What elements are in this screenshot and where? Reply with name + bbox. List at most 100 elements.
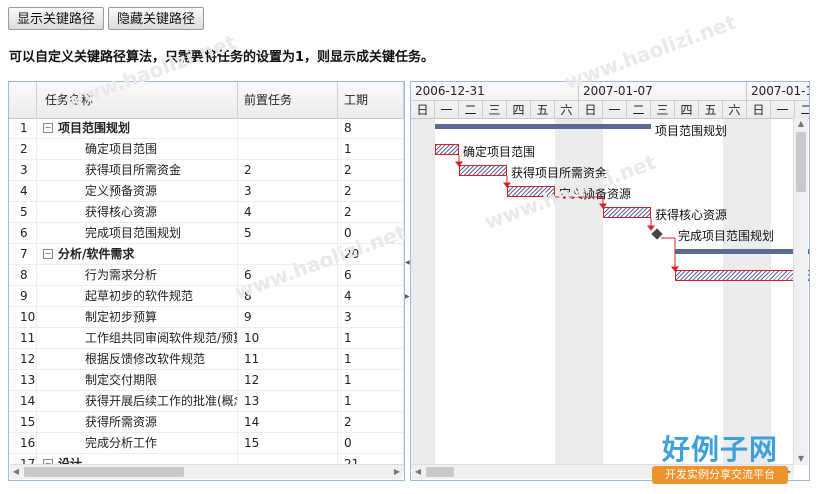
gantt-vertical-scrollbar[interactable]: ▲ ▼	[793, 118, 808, 465]
task-name-cell[interactable]: 确定项目范围	[37, 139, 238, 159]
task-name-cell[interactable]: 定义预备资源	[37, 181, 238, 201]
task-name: 起草初步的软件规范	[85, 289, 194, 303]
scroll-left-arrow-icon[interactable]: ◀	[412, 466, 424, 478]
task-name: 项目范围规划	[58, 121, 131, 135]
predecessor-column-header[interactable]: 前置任务	[238, 82, 338, 118]
table-row[interactable]: 13 制定交付期限 12 1	[9, 370, 404, 391]
collapse-toggle-icon[interactable]: −	[43, 122, 53, 133]
table-row[interactable]: 12 根据反馈修改软件规范 11 1	[9, 349, 404, 370]
predecessor-cell[interactable]: 14	[238, 412, 338, 432]
task-name: 获得所需资源	[85, 415, 158, 429]
duration-cell[interactable]: 1	[338, 349, 404, 369]
task-name-cell[interactable]: 获得开展后续工作的批准(概念	[37, 391, 238, 411]
task-name-cell[interactable]: 获得所需资源	[37, 412, 238, 432]
task-name: 完成项目范围规划	[85, 226, 182, 240]
task-name-cell[interactable]: 起草初步的软件规范	[37, 286, 238, 306]
duration-cell[interactable]: 1	[338, 328, 404, 348]
task-name: 定义预备资源	[85, 184, 158, 198]
predecessor-cell[interactable]	[238, 139, 338, 159]
predecessor-cell[interactable]: 3	[238, 181, 338, 201]
collapse-toggle-icon[interactable]: −	[43, 248, 53, 259]
table-row[interactable]: 8 行为需求分析 6 6	[9, 265, 404, 286]
show-critical-path-button[interactable]: 显示关键路径	[8, 7, 104, 30]
task-name-cell[interactable]: 制定交付期限	[37, 370, 238, 390]
task-name-cell[interactable]: 工作组共同审阅软件规范/预算	[37, 328, 238, 348]
table-row[interactable]: 2 确定项目范围 1	[9, 139, 404, 160]
scroll-right-arrow-icon[interactable]: ▶	[391, 466, 403, 478]
task-name-cell[interactable]: 完成分析工作	[37, 433, 238, 453]
table-row[interactable]: 10 制定初步预算 9 3	[9, 307, 404, 328]
predecessor-cell[interactable]: 5	[238, 223, 338, 243]
table-row[interactable]: 3 获得项目所需资金 2 2	[9, 160, 404, 181]
task-name: 完成分析工作	[85, 436, 158, 450]
task-name-cell[interactable]: 获得核心资源	[37, 202, 238, 222]
gantt-scroll-thumb[interactable]	[426, 467, 454, 477]
task-name-cell[interactable]: 根据反馈修改软件规范	[37, 349, 238, 369]
task-name: 制定初步预算	[85, 310, 158, 324]
duration-column-header[interactable]: 工期	[338, 82, 404, 118]
row-index: 2	[9, 139, 37, 159]
task-name-cell[interactable]: − 分析/软件需求	[37, 244, 238, 264]
collapse-left-icon[interactable]: ◀	[405, 259, 410, 266]
row-index: 12	[9, 349, 37, 369]
scroll-down-arrow-icon[interactable]: ▼	[795, 453, 807, 465]
task-name-cell[interactable]: 行为需求分析	[37, 265, 238, 285]
task-name-cell[interactable]: 完成项目范围规划	[37, 223, 238, 243]
task-name: 工作组共同审阅软件规范/预算	[85, 331, 238, 345]
row-index: 5	[9, 202, 37, 222]
duration-cell[interactable]: 2	[338, 181, 404, 201]
task-grid: 任务名称 前置任务 工期 1− 项目范围规划 8 2 确定项目范围 1 3 获得项目所需资金 2…	[8, 81, 405, 481]
table-row[interactable]: 5 获得核心资源 4 2	[9, 202, 404, 223]
row-index: 1	[9, 118, 37, 138]
table-row[interactable]: 14 获得开展后续工作的批准(概念 13 1	[9, 391, 404, 412]
scroll-up-arrow-icon[interactable]: ▲	[795, 118, 807, 130]
row-index: 3	[9, 160, 37, 180]
predecessor-cell[interactable]: 9	[238, 307, 338, 327]
task-name: 分析/软件需求	[58, 247, 135, 261]
predecessor-cell[interactable]: 15	[238, 433, 338, 453]
predecessor-cell[interactable]: 13	[238, 391, 338, 411]
row-index: 6	[9, 223, 37, 243]
scroll-left-arrow-icon[interactable]: ◀	[10, 466, 22, 478]
row-index: 7	[9, 244, 37, 264]
predecessor-cell[interactable]: 4	[238, 202, 338, 222]
duration-cell[interactable]: 2	[338, 202, 404, 222]
duration-cell[interactable]: 0	[338, 433, 404, 453]
table-row[interactable]: 9 起草初步的软件规范 8 4	[9, 286, 404, 307]
duration-cell[interactable]: 4	[338, 286, 404, 306]
row-index: 11	[9, 328, 37, 348]
table-row[interactable]: 11 工作组共同审阅软件规范/预算 10 1	[9, 328, 404, 349]
hide-critical-path-button[interactable]: 隐藏关键路径	[108, 7, 204, 30]
dependency-arrows	[455, 155, 679, 272]
grid-scroll-thumb[interactable]	[24, 467, 184, 477]
task-name: 确定项目范围	[85, 142, 158, 156]
table-row[interactable]: 16 完成分析工作 15 0	[9, 433, 404, 454]
task-name: 行为需求分析	[85, 268, 158, 282]
duration-cell[interactable]: 3	[338, 307, 404, 327]
duration-cell[interactable]: 8	[338, 118, 404, 138]
row-index: 4	[9, 181, 37, 201]
gantt-vscroll-thumb[interactable]	[796, 132, 806, 192]
row-index: 10	[9, 307, 37, 327]
grid-horizontal-scrollbar[interactable]: ◀ ▶	[10, 464, 403, 479]
table-row[interactable]: 1− 项目范围规划 8	[9, 118, 404, 139]
site-logo: 好例子网 开发实例分享交流平台	[652, 428, 788, 488]
row-index: 15	[9, 412, 37, 432]
expand-right-icon[interactable]: ▶	[405, 293, 410, 300]
duration-cell[interactable]: 6	[338, 265, 404, 285]
predecessor-cell[interactable]: 11	[238, 349, 338, 369]
table-row[interactable]: 4 定义预备资源 3 2	[9, 181, 404, 202]
task-name-cell[interactable]: − 项目范围规划	[37, 118, 238, 138]
duration-cell[interactable]: 2	[338, 160, 404, 180]
predecessor-cell[interactable]	[238, 118, 338, 138]
duration-cell[interactable]: 1	[338, 139, 404, 159]
duration-cell[interactable]: 1	[338, 370, 404, 390]
duration-cell[interactable]: 2	[338, 412, 404, 432]
table-row[interactable]: 15 获得所需资源 14 2	[9, 412, 404, 433]
predecessor-cell[interactable]: 10	[238, 328, 338, 348]
predecessor-cell[interactable]: 12	[238, 370, 338, 390]
task-name-cell[interactable]: 获得项目所需资金	[37, 160, 238, 180]
duration-cell[interactable]: 1	[338, 391, 404, 411]
predecessor-cell[interactable]: 2	[238, 160, 338, 180]
task-name-cell[interactable]: 制定初步预算	[37, 307, 238, 327]
